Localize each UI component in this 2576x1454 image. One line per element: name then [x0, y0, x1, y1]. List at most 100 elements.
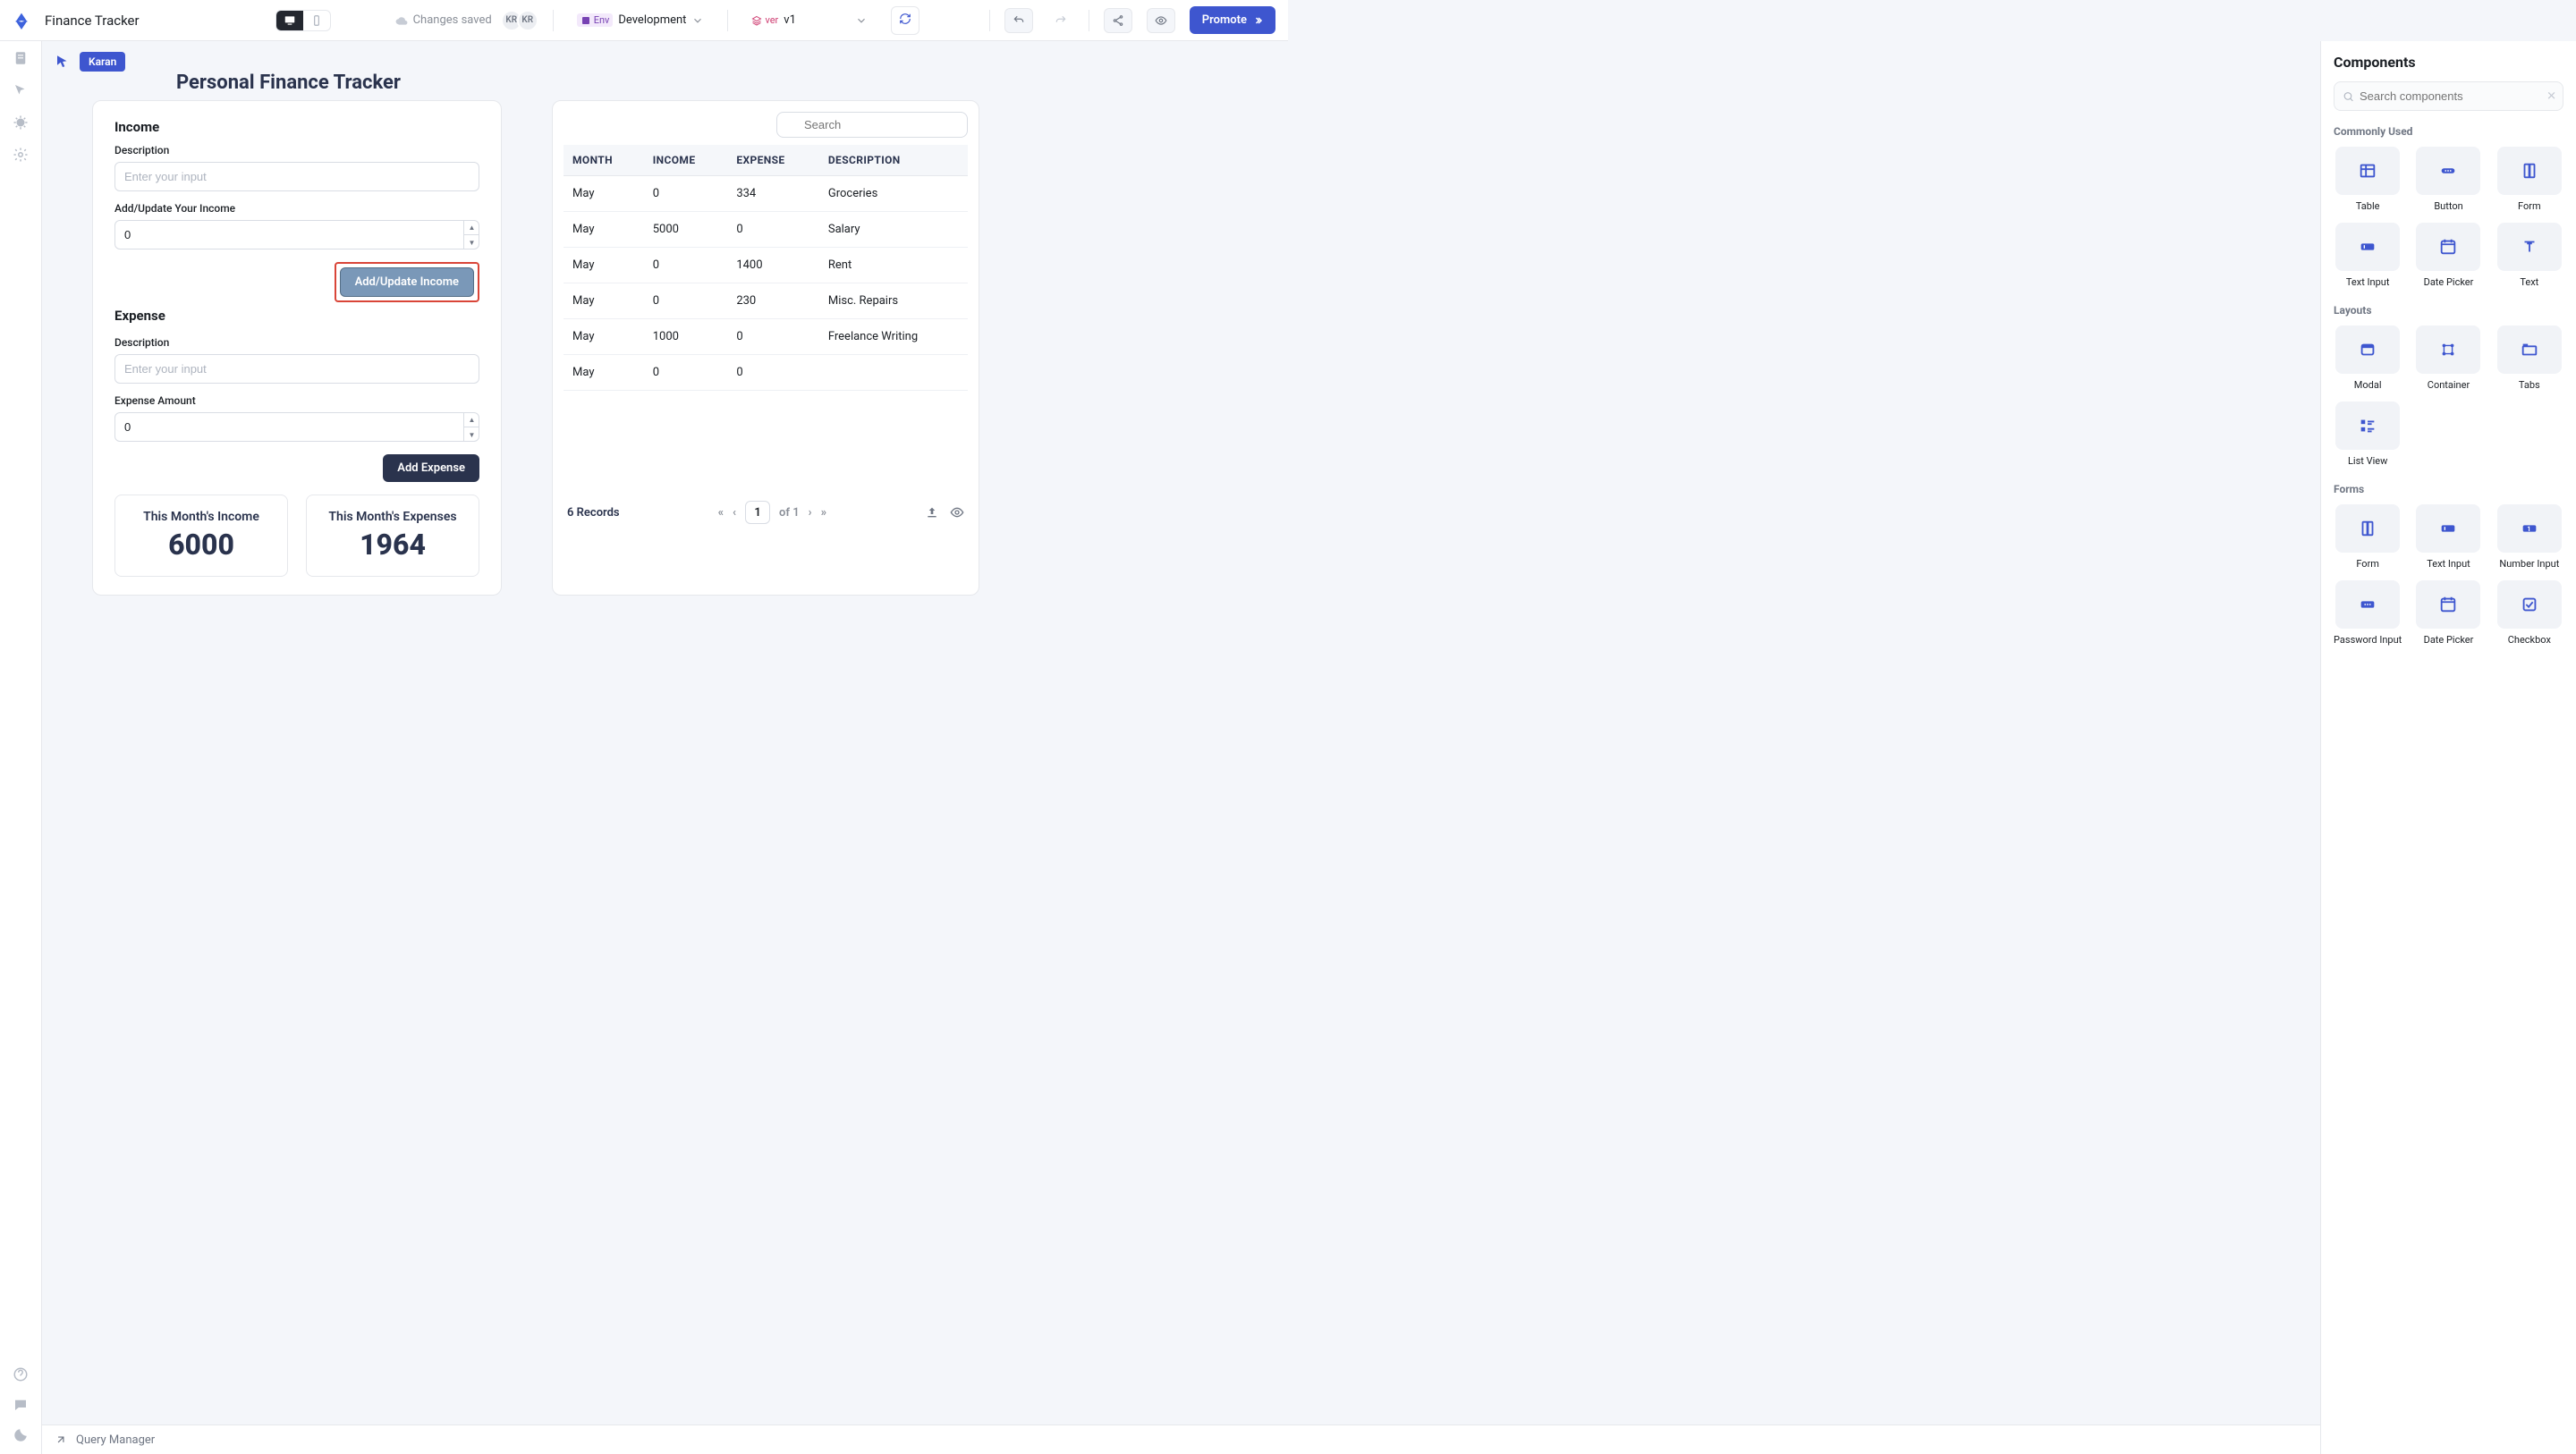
settings-icon[interactable] [13, 147, 29, 163]
component-tile-icon [2416, 580, 2480, 629]
table-header[interactable]: INCOME [644, 145, 728, 176]
add-expense-button[interactable]: Add Expense [383, 454, 479, 482]
selected-element-outline: Add/Update Income [335, 262, 479, 302]
query-manager-label[interactable]: Query Manager [76, 1433, 155, 1447]
component-tile-icon [2416, 147, 2480, 195]
page-next-icon[interactable]: › [809, 506, 812, 520]
component-tabs[interactable]: Tabs [2496, 325, 2563, 391]
number-stepper: ▲ ▼ [463, 412, 479, 442]
table-header[interactable]: DESCRIPTION [819, 145, 968, 176]
inspector-icon[interactable] [13, 82, 29, 98]
component-form[interactable]: Form [2334, 504, 2402, 570]
table-search-input[interactable] [776, 112, 968, 138]
page-title: Personal Finance Tracker [176, 72, 401, 94]
cloud-icon [395, 14, 408, 27]
income-summary-value: 6000 [124, 528, 278, 562]
add-income-button[interactable]: Add/Update Income [340, 267, 474, 297]
component-form[interactable]: Form [2496, 147, 2563, 212]
component-label: Tabs [2519, 379, 2540, 391]
table-row[interactable]: May10000Freelance Writing [564, 319, 968, 355]
pages-icon[interactable] [13, 50, 29, 66]
expense-amount-input[interactable] [114, 412, 479, 442]
table-cell: May [564, 248, 644, 283]
component-label: Text [2520, 276, 2538, 288]
refresh-button[interactable] [891, 6, 919, 35]
income-desc-input[interactable] [114, 162, 479, 191]
table-row[interactable]: May00 [564, 355, 968, 391]
income-amount-input[interactable] [114, 220, 479, 249]
version-select[interactable]: ver v1 [742, 10, 876, 30]
component-button[interactable]: Button [2414, 147, 2482, 212]
page-of-label: of 1 [779, 506, 800, 520]
component-modal[interactable]: Modal [2334, 325, 2402, 391]
component-container[interactable]: Container [2414, 325, 2482, 391]
debug-icon[interactable] [13, 114, 29, 131]
theme-icon[interactable] [13, 1427, 29, 1443]
collaborator-avatars[interactable]: KR KR [506, 10, 538, 31]
share-button[interactable] [1104, 8, 1132, 33]
canvas[interactable]: Karan Personal Finance Tracker Income De… [42, 41, 2320, 1424]
step-down-icon[interactable]: ▼ [464, 427, 479, 442]
table-cell: 0 [644, 248, 728, 283]
component-list-view[interactable]: List View [2334, 402, 2402, 467]
component-label: Container [2428, 379, 2470, 391]
table-row[interactable]: May0230Misc. Repairs [564, 283, 968, 319]
preview-button[interactable] [1147, 8, 1175, 33]
redo-button[interactable] [1047, 9, 1074, 32]
app-title: Finance Tracker [45, 13, 140, 29]
component-number-input[interactable]: 1Number Input [2496, 504, 2563, 570]
step-up-icon[interactable]: ▲ [464, 412, 479, 427]
page-prev-icon[interactable]: ‹ [733, 506, 736, 520]
component-checkbox[interactable]: Checkbox [2496, 580, 2563, 646]
chat-icon[interactable] [13, 1397, 29, 1413]
component-table[interactable]: Table [2334, 147, 2402, 212]
promote-button[interactable]: Promote [1190, 6, 1275, 34]
table-row[interactable]: May01400Rent [564, 248, 968, 283]
collaborator-cursor: Karan [55, 54, 125, 72]
table-header[interactable]: EXPENSE [727, 145, 819, 176]
page-last-icon[interactable]: » [821, 506, 826, 520]
component-password-input[interactable]: Password Input [2334, 580, 2402, 646]
expense-summary-label: This Month's Expenses [316, 510, 470, 524]
table-cell: Groceries [819, 176, 968, 212]
expense-desc-input[interactable] [114, 354, 479, 384]
save-status: Changes saved [395, 13, 492, 27]
help-icon[interactable] [13, 1366, 29, 1382]
env-value: Development [618, 13, 686, 27]
table-cell: 230 [727, 283, 819, 319]
save-status-text: Changes saved [413, 13, 492, 27]
page-first-icon[interactable]: « [718, 506, 724, 520]
table-row[interactable]: May0334Groceries [564, 176, 968, 212]
component-date-picker[interactable]: Date Picker [2414, 223, 2482, 288]
device-toggle[interactable] [275, 10, 331, 31]
components-search-input[interactable] [2334, 81, 2563, 111]
table-row[interactable]: May50000Salary [564, 212, 968, 248]
undo-button[interactable] [1004, 8, 1033, 33]
visibility-icon[interactable] [950, 505, 964, 520]
table-panel: MONTHINCOMEEXPENSEDESCRIPTION May0334Gro… [552, 100, 979, 596]
component-date-picker[interactable]: Date Picker [2414, 580, 2482, 646]
collaborator-name: Karan [80, 52, 125, 72]
table-cell: 0 [727, 355, 819, 391]
component-text-input[interactable]: Text Input [2414, 504, 2482, 570]
component-tile-icon [2497, 147, 2562, 195]
topbar: Finance Tracker Changes saved KR KR Env … [0, 0, 1288, 41]
page-number-input[interactable]: 1 [745, 501, 770, 524]
desktop-icon[interactable] [276, 11, 303, 30]
clear-icon[interactable]: ✕ [2546, 89, 2556, 103]
promote-label: Promote [1202, 13, 1247, 27]
environment-select[interactable]: Env Development [568, 10, 714, 30]
avatar[interactable]: KR [517, 10, 538, 31]
expense-summary-card: This Month's Expenses 1964 [306, 495, 479, 577]
mobile-icon[interactable] [303, 11, 330, 30]
step-up-icon[interactable]: ▲ [464, 220, 479, 235]
table-cell: 334 [727, 176, 819, 212]
expand-icon[interactable] [55, 1433, 67, 1446]
table-header[interactable]: MONTH [564, 145, 644, 176]
component-text-input[interactable]: Text Input [2334, 223, 2402, 288]
component-label: List View [2348, 455, 2387, 467]
step-down-icon[interactable]: ▼ [464, 235, 479, 249]
download-icon[interactable] [925, 505, 939, 520]
component-text[interactable]: Text [2496, 223, 2563, 288]
table-cell: 5000 [644, 212, 728, 248]
